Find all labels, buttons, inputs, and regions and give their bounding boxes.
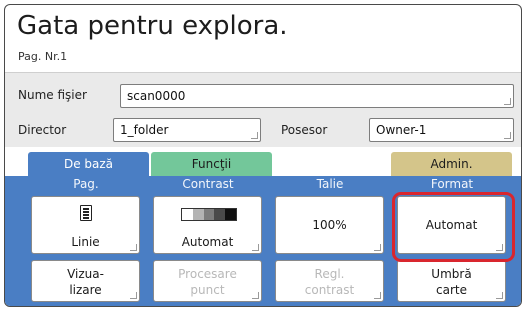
page-type-button[interactable]: Linie [31,196,140,254]
file-name-label: Nume fişier [18,88,87,102]
contrast-scale-icon [181,208,237,221]
size-button[interactable]: 100% [275,196,384,254]
tab-functions[interactable]: Funcţii [151,152,272,176]
preview-button[interactable]: Vizua- lizare [31,260,140,302]
tab-basic[interactable]: De bază [28,152,149,176]
page-number: Pag. Nr.1 [18,50,68,63]
directory-field[interactable]: 1_folder [113,118,261,142]
document-icon [80,205,92,221]
page-type-value: Linie [71,235,100,249]
tab-admin[interactable]: Admin. [391,152,512,176]
tab-bar: De bază Funcţii Admin. [5,147,521,176]
column-format-label: Format [430,177,474,191]
column-size-label: Talie [316,177,344,191]
contrast-button[interactable]: Automat [153,196,262,254]
dot-processing-button[interactable]: Procesare punct [153,260,262,302]
file-name-field[interactable]: scan0000 [120,84,514,108]
book-shadow-button[interactable]: Umbră carte [397,260,506,302]
owner-field[interactable]: Owner-1 [369,118,514,142]
size-value: 100% [312,218,347,232]
contrast-adjust-button[interactable]: Regl. contrast [275,260,384,302]
page-title: Gata pentru explora. [17,11,288,41]
header: Gata pentru explora. Pag. Nr.1 [5,5,521,71]
scan-ready-screen: Gata pentru explora. Pag. Nr.1 Nume fişi… [4,4,522,307]
format-highlight-frame [392,192,515,262]
column-page-label: Pag. [73,177,99,191]
directory-label: Director [18,123,67,137]
owner-label: Posesor [281,123,328,137]
column-contrast-label: Contrast [182,177,234,191]
contrast-value: Automat [181,235,234,249]
file-info-panel: Nume fişier scan0000 Director 1_folder P… [5,72,521,147]
